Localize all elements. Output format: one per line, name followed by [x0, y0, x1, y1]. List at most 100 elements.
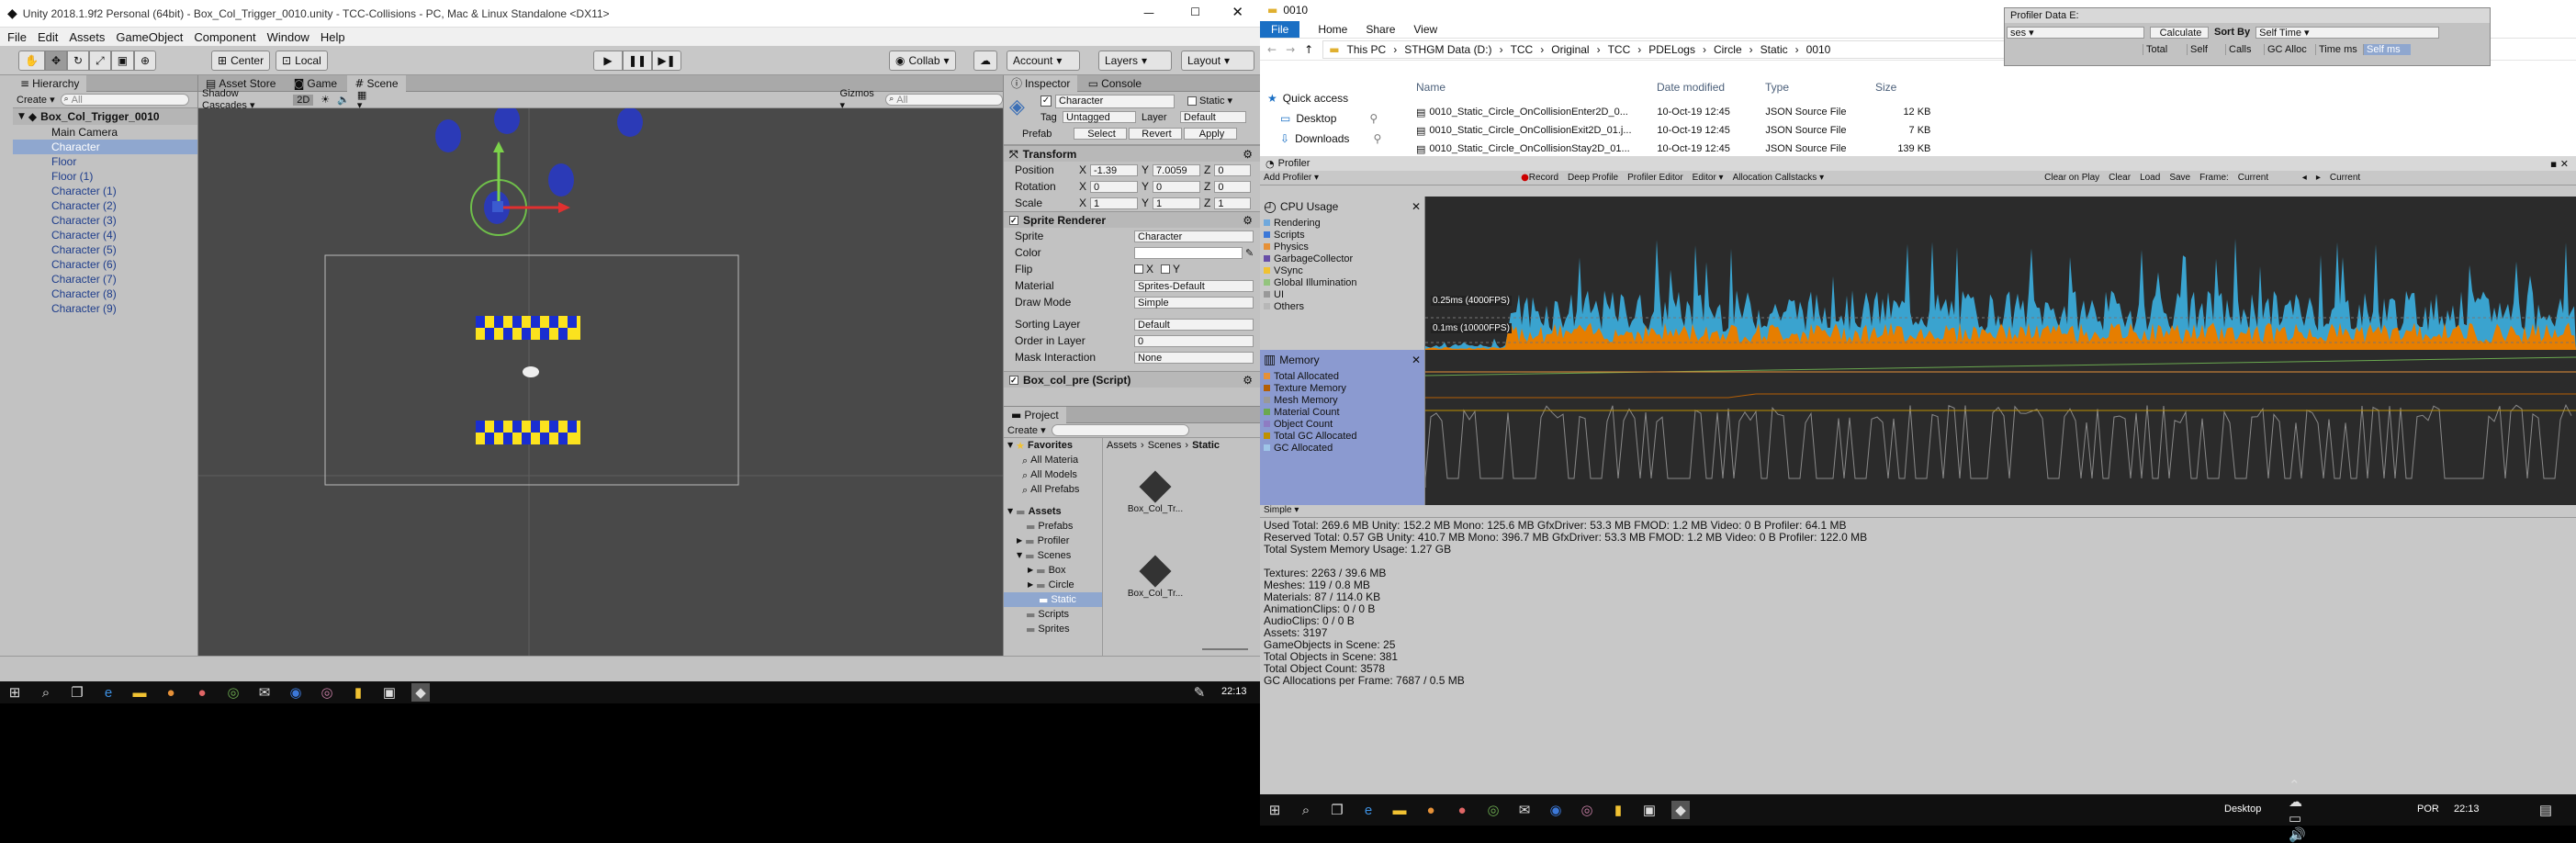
close-icon[interactable]: ✕ — [1232, 6, 1243, 19]
memory-chart[interactable] — [1424, 350, 2576, 505]
move-tool-icon[interactable]: ✥ — [44, 51, 68, 71]
file-row[interactable]: ▤ 0010_Static_Circle_OnCollisionExit2D_01… — [1416, 121, 1930, 140]
column-time-ms[interactable]: Time ms — [2315, 44, 2363, 55]
notifications-icon[interactable]: ▤ — [2537, 801, 2555, 819]
language-indicator[interactable]: POR — [2417, 804, 2439, 815]
folder-item[interactable]: ▶ ▬ Circle — [1004, 578, 1102, 592]
hierarchy-search-input[interactable]: ⌕ All — [60, 94, 189, 106]
legend-item[interactable]: Scripts — [1260, 229, 1424, 241]
hierarchy-item-floor[interactable]: Floor — [13, 154, 197, 169]
legend-item[interactable]: Texture Memory — [1260, 382, 1424, 394]
position-y-field[interactable]: 7.0059 — [1153, 163, 1201, 176]
legend-item[interactable]: Others — [1260, 300, 1424, 312]
mail-icon[interactable]: ✉ — [255, 683, 274, 702]
column-self[interactable]: Self — [2187, 44, 2225, 55]
scale-x-field[interactable]: 1 — [1090, 197, 1139, 209]
hierarchy-item-character-4[interactable]: Character (4) — [13, 228, 197, 242]
project-create-button[interactable]: Create ▾ — [1007, 424, 1046, 436]
firefox-alt-icon[interactable]: ● — [1453, 801, 1471, 819]
sprite-renderer-header[interactable]: ✓ Sprite Renderer ⚙ — [1004, 211, 1260, 228]
account-dropdown[interactable]: Account ▾ — [1007, 51, 1080, 71]
cpu-module-header[interactable]: ◴ CPU Usage ✕ — [1260, 197, 1424, 217]
settings-icon[interactable]: ⚙ — [1243, 375, 1253, 386]
next-frame-icon[interactable]: ▸ — [2316, 173, 2321, 183]
edge-icon[interactable]: e — [99, 683, 118, 702]
column-self-ms[interactable]: Self ms — [2363, 44, 2411, 55]
chrome-icon[interactable]: ◎ — [224, 683, 242, 702]
hierarchy-item-character-7[interactable]: Character (7) — [13, 272, 197, 287]
step-icon[interactable]: ▶❚ — [652, 51, 681, 71]
script-enabled-checkbox[interactable]: ✓ — [1009, 375, 1018, 385]
hierarchy-item-character[interactable]: Character — [13, 140, 197, 154]
menu-assets[interactable]: Assets — [69, 30, 105, 44]
chrome-icon[interactable]: ◎ — [1484, 801, 1502, 819]
hierarchy-item-main-camera[interactable]: Main Camera — [13, 125, 197, 140]
save-button[interactable]: Save — [2169, 173, 2190, 183]
favorite-item[interactable]: ⌕ All Materia — [1004, 453, 1102, 467]
mail-icon[interactable]: ✉ — [1515, 801, 1534, 819]
mask-interaction-dropdown[interactable]: None — [1134, 351, 1254, 364]
path-segment[interactable]: This PC — [1347, 43, 1387, 56]
menu-window[interactable]: Window — [267, 30, 309, 44]
profiler-data-tab[interactable]: Profiler Data E: — [2005, 8, 2490, 23]
play-icon[interactable]: ▶ — [593, 51, 623, 71]
cloud-button[interactable]: ☁ — [973, 51, 997, 71]
hierarchy-item-floor-1[interactable]: Floor (1) — [13, 169, 197, 184]
folder-item[interactable]: ▶ ▬ Profiler — [1004, 534, 1102, 548]
pause-icon[interactable]: ❚❚ — [623, 51, 652, 71]
move-gizmo-x-arrow[interactable] — [558, 202, 570, 213]
column-type[interactable]: Type — [1765, 81, 1875, 94]
favorites-header[interactable]: ▼ ★ Favorites — [1004, 438, 1102, 453]
forward-icon[interactable]: → — [1286, 44, 1295, 55]
hierarchy-item-character-5[interactable]: Character (5) — [13, 242, 197, 257]
position-z-field[interactable]: 0 — [1214, 163, 1252, 176]
breadcrumb-item[interactable]: Assets — [1107, 440, 1137, 451]
floor-1-sprite[interactable] — [476, 421, 580, 444]
app-icon[interactable]: ▣ — [1640, 801, 1659, 819]
icon-size-slider[interactable] — [1202, 648, 1248, 650]
hand-tool-icon[interactable]: ✋ — [18, 51, 45, 71]
layer-dropdown[interactable]: Default — [1180, 111, 1246, 123]
legend-item[interactable]: Total Allocated — [1260, 370, 1424, 382]
scale-y-field[interactable]: 1 — [1153, 197, 1201, 209]
quick-access-item[interactable]: ★ Quick access — [1267, 88, 1381, 108]
floor-sprite[interactable] — [476, 316, 580, 340]
scene-asset-tile[interactable]: ◆ Box_Col_Tr... — [1123, 462, 1187, 514]
tab-scene[interactable]: # Scene — [347, 75, 406, 92]
close-icon[interactable]: ✕ — [1412, 201, 1421, 212]
column-calls[interactable]: Calls — [2225, 44, 2264, 55]
load-button[interactable]: Load — [2140, 173, 2160, 183]
character-sprite[interactable] — [435, 119, 461, 152]
hierarchy-item-character-8[interactable]: Character (8) — [13, 287, 197, 301]
column-date[interactable]: Date modified — [1657, 81, 1765, 94]
search-icon[interactable]: ⌕ — [1297, 801, 1315, 819]
record-button[interactable]: ●Record — [1521, 173, 1558, 183]
legend-item[interactable]: Material Count — [1260, 406, 1424, 418]
ribbon-view[interactable]: View — [1413, 23, 1437, 36]
assets-header[interactable]: ▼ ▬ Assets — [1004, 504, 1102, 519]
eyedropper-icon[interactable]: ✎ — [1245, 248, 1254, 258]
legend-item[interactable]: Object Count — [1260, 418, 1424, 430]
firefox-icon[interactable]: ● — [1422, 801, 1440, 819]
path-segment[interactable]: STHGM Data (D:) — [1404, 43, 1491, 56]
gameobject-name-field[interactable]: Character — [1055, 95, 1175, 108]
menu-gameobject[interactable]: GameObject — [116, 30, 183, 44]
editor-target-dropdown[interactable]: Editor ▾ — [1693, 173, 1724, 183]
clear-button[interactable]: Clear — [2109, 173, 2131, 183]
tab-project[interactable]: ▬ Project — [1004, 407, 1066, 423]
scale-tool-icon[interactable]: ⤢ — [89, 51, 111, 71]
transform-tool-icon[interactable]: ⊕ — [134, 51, 157, 71]
tag-dropdown[interactable]: Untagged — [1063, 111, 1136, 123]
path-segment[interactable]: 0010 — [1806, 43, 1831, 56]
flip-x-checkbox[interactable] — [1134, 264, 1143, 274]
folder-item[interactable]: ▬ Prefabs — [1004, 519, 1102, 534]
search-icon[interactable]: ⌕ — [37, 683, 55, 702]
file-explorer-icon[interactable]: ▬ — [1390, 801, 1409, 819]
menu-edit[interactable]: Edit — [38, 30, 58, 44]
favorite-item[interactable]: ⌕ All Prefabs — [1004, 482, 1102, 497]
path-segment[interactable]: PDELogs — [1648, 43, 1695, 56]
folder-item[interactable]: ▬ Scripts — [1004, 607, 1102, 622]
folder-item-selected[interactable]: ▬ Static — [1004, 592, 1102, 607]
flip-y-checkbox[interactable] — [1161, 264, 1171, 274]
draw-mode-dropdown[interactable]: Simple — [1134, 296, 1254, 309]
